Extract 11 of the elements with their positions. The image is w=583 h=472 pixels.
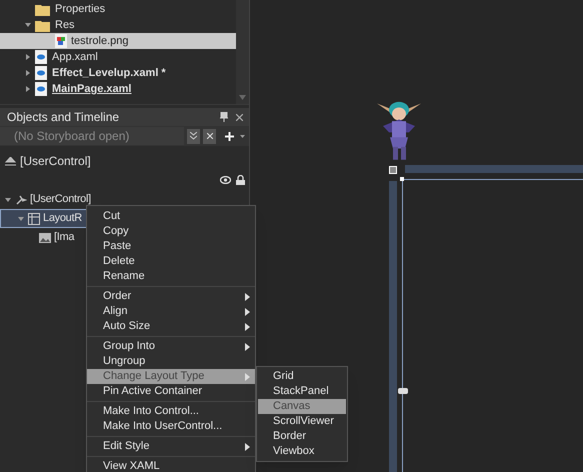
object-name: [Ima [54, 230, 74, 246]
object-name: LayoutR [43, 211, 82, 226]
object-name: [UserControl] [30, 192, 91, 208]
scope-label: [UserControl] [20, 153, 91, 170]
file-name: testrole.png [71, 34, 128, 49]
file-name: Res [55, 18, 75, 33]
panel-title: Objects and Timeline [6, 109, 120, 126]
file-name: MainPage.xaml [52, 82, 132, 97]
file-name: App.xaml [52, 50, 98, 65]
file-name: Effect_Levelup.xaml * [52, 66, 166, 81]
file-name: Properties [55, 2, 106, 17]
